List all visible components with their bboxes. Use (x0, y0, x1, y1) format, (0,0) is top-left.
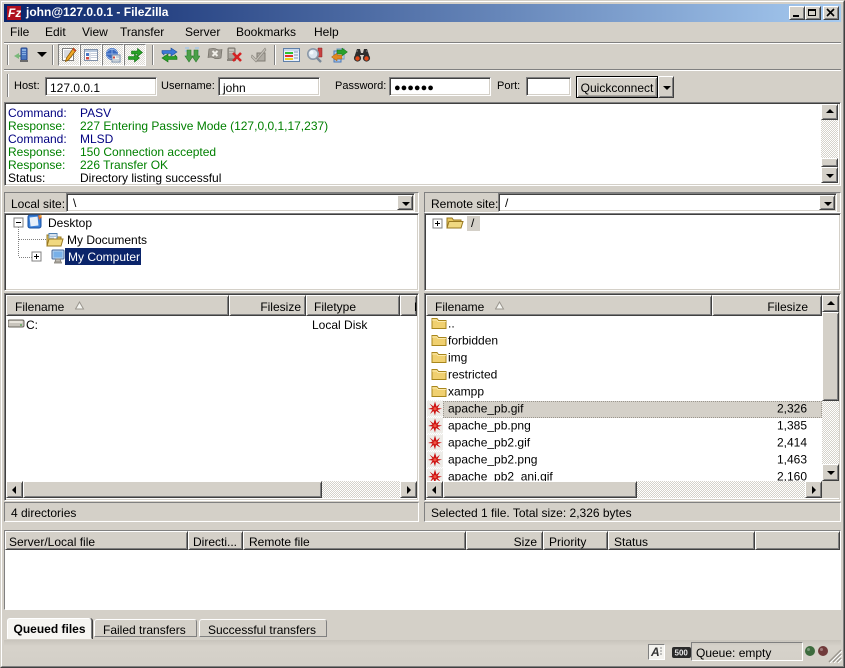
svg-text:xampp: xampp (448, 385, 484, 399)
svg-text:500: 500 (675, 649, 689, 658)
svg-text:1,463: 1,463 (777, 453, 807, 467)
svg-text:apache_pb.png: apache_pb.png (448, 419, 531, 433)
svg-text:forbidden: forbidden (448, 334, 498, 348)
svg-text:1,385: 1,385 (777, 419, 807, 433)
svg-text:restricted: restricted (448, 368, 497, 382)
svg-text:img: img (448, 351, 467, 365)
svg-text:2,326: 2,326 (777, 402, 807, 416)
svg-text:apache_pb.gif: apache_pb.gif (448, 402, 524, 416)
svg-text:A: A (650, 645, 660, 659)
svg-text:2,414: 2,414 (777, 436, 807, 450)
svg-text:My Documents: My Documents (67, 233, 147, 247)
svg-text:apache_pb2.gif: apache_pb2.gif (448, 436, 531, 450)
svg-text:2,160: 2,160 (777, 470, 807, 482)
svg-text:apache_pb2.png: apache_pb2.png (448, 453, 537, 467)
svg-text:apache_pb2_ani.gif: apache_pb2_ani.gif (448, 470, 553, 482)
svg-text:Desktop: Desktop (48, 216, 92, 230)
svg-text:Fz: Fz (8, 6, 21, 20)
svg-text:..: .. (448, 317, 455, 331)
svg-text:My Computer: My Computer (68, 250, 140, 264)
